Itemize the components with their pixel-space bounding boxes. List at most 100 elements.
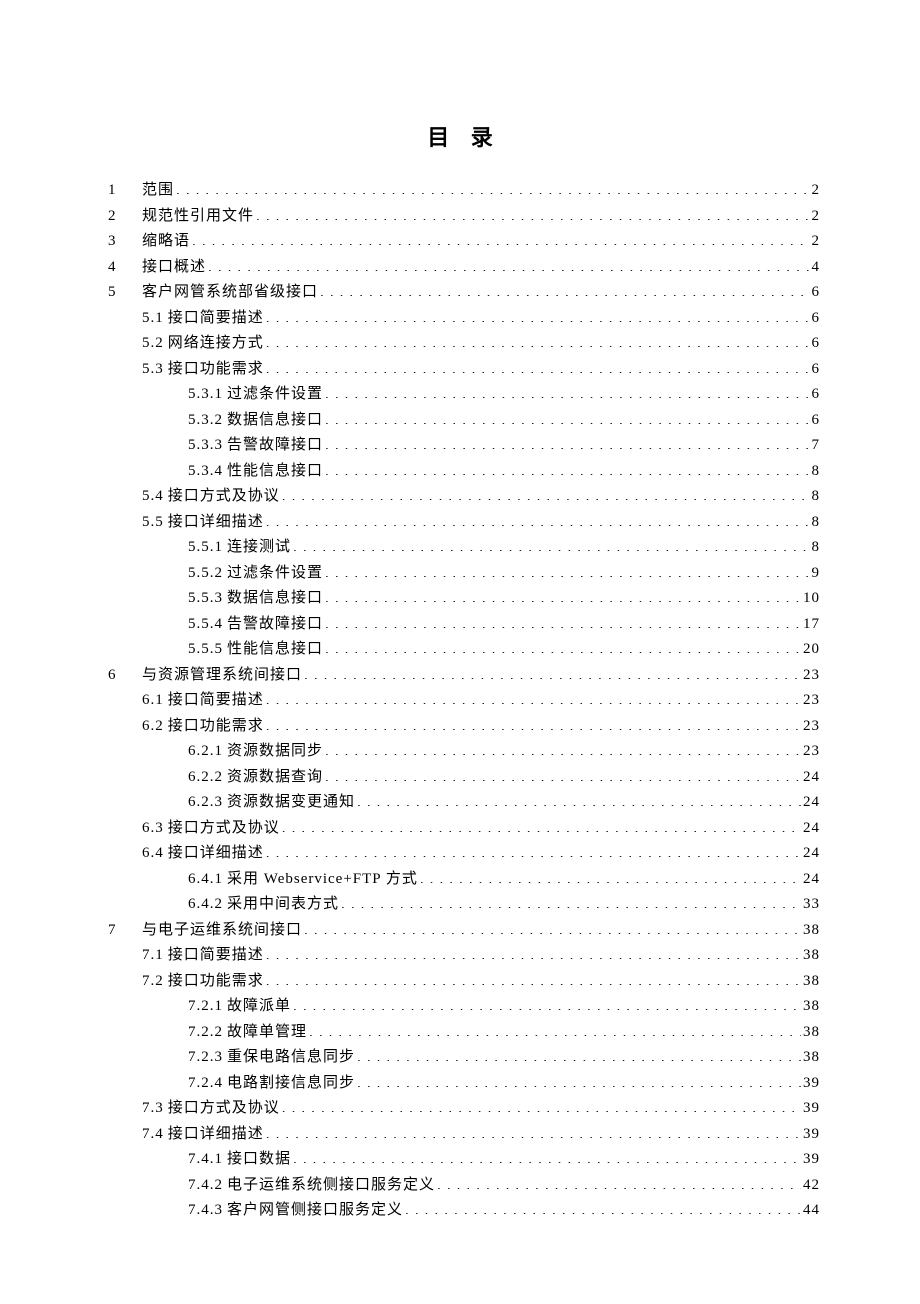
toc-list: 1范围22规范性引用文件23缩略语24接口概述45客户网管系统部省级接口65.1…	[108, 178, 820, 1224]
toc-entry-label: 性能信息接口	[227, 637, 323, 663]
toc-entry-label: 缩略语	[142, 229, 190, 255]
toc-page-number: 39	[801, 1147, 820, 1173]
toc-entry: 7.3接口方式及协议 39	[108, 1096, 820, 1122]
toc-entry-label: 范围	[142, 178, 174, 204]
toc-leader-dots	[403, 1199, 801, 1214]
toc-page-number: 38	[801, 1020, 820, 1046]
toc-entry: 6.2.2资源数据查询24	[108, 765, 820, 791]
toc-page-number: 24	[801, 841, 820, 867]
toc-entry: 6.4.1采用 Webservice+FTP 方式24	[108, 867, 820, 893]
toc-page-number: 4	[810, 255, 821, 281]
toc-entry: 5.3.4性能信息接口8	[108, 459, 820, 485]
toc-leader-dots	[323, 460, 809, 475]
toc-page-number: 38	[801, 943, 820, 969]
toc-entry-label: 数据信息接口	[227, 586, 323, 612]
toc-leader-dots	[206, 256, 809, 271]
toc-section-number: 7.2.4	[188, 1071, 223, 1097]
toc-entry-label: 数据信息接口	[227, 408, 323, 434]
toc-entry: 4接口概述4	[108, 255, 820, 281]
toc-leader-dots	[323, 383, 809, 398]
toc-leader-dots	[264, 1123, 801, 1138]
toc-entry-label: 告警故障接口	[227, 612, 323, 638]
toc-leader-dots	[323, 409, 809, 424]
toc-entry: 3缩略语 2	[108, 229, 820, 255]
toc-entry: 5.3.3告警故障接口7	[108, 433, 820, 459]
toc-leader-dots	[355, 791, 801, 806]
toc-section-number: 5.1	[142, 306, 164, 332]
toc-entry: 7.2.1故障派单38	[108, 994, 820, 1020]
toc-entry-label: 电路割接信息同步	[227, 1071, 355, 1097]
toc-entry-label: 资源数据变更通知	[227, 790, 355, 816]
toc-entry-label: 采用中间表方式	[227, 892, 339, 918]
toc-entry-label: 采用 Webservice+FTP 方式	[227, 867, 418, 893]
toc-entry: 7.4.3客户网管侧接口服务定义44	[108, 1198, 820, 1224]
toc-page-number: 9	[810, 561, 821, 587]
toc-section-number: 7.1	[142, 943, 164, 969]
toc-entry: 7.4接口详细描述 39	[108, 1122, 820, 1148]
toc-leader-dots	[435, 1174, 801, 1189]
toc-page-number: 6	[810, 408, 821, 434]
toc-section-number: 6.2.3	[188, 790, 223, 816]
toc-page-number: 6	[810, 382, 821, 408]
toc-section-number: 7.4	[142, 1122, 164, 1148]
toc-leader-dots	[323, 613, 801, 628]
toc-section-number: 6.4.2	[188, 892, 223, 918]
toc-section-number: 6.2.1	[188, 739, 223, 765]
toc-leader-dots	[264, 842, 801, 857]
toc-entry-label: 资源数据同步	[227, 739, 323, 765]
toc-entry-label: 故障派单	[227, 994, 291, 1020]
toc-page-number: 8	[810, 510, 821, 536]
toc-section-number: 7.4.2	[188, 1173, 223, 1199]
toc-entry-label: 资源数据查询	[227, 765, 323, 791]
toc-entry: 6.2.1资源数据同步23	[108, 739, 820, 765]
toc-leader-dots	[339, 893, 801, 908]
toc-leader-dots	[264, 307, 810, 322]
toc-page-number: 44	[801, 1198, 820, 1224]
toc-leader-dots	[254, 205, 809, 220]
toc-page-number: 33	[801, 892, 820, 918]
toc-chapter-number: 5	[108, 280, 142, 306]
toc-leader-dots	[264, 970, 801, 985]
toc-entry: 6.2.3资源数据变更通知24	[108, 790, 820, 816]
toc-entry-label: 过滤条件设置	[227, 382, 323, 408]
toc-section-number: 5.5.1	[188, 535, 223, 561]
toc-leader-dots	[355, 1072, 801, 1087]
toc-entry: 7.2接口功能需求 38	[108, 969, 820, 995]
toc-page-number: 23	[801, 663, 820, 689]
toc-entry: 5.3.2数据信息接口6	[108, 408, 820, 434]
toc-entry: 5.2网络连接方式 6	[108, 331, 820, 357]
toc-entry: 5.1接口简要描述 6	[108, 306, 820, 332]
toc-entry-label: 连接测试	[227, 535, 291, 561]
toc-entry-label: 接口数据	[227, 1147, 291, 1173]
toc-entry: 5.4接口方式及协议 8	[108, 484, 820, 510]
toc-entry: 5.5.2过滤条件设置9	[108, 561, 820, 587]
toc-chapter-number: 3	[108, 229, 142, 255]
toc-leader-dots	[323, 587, 801, 602]
toc-section-number: 5.5.2	[188, 561, 223, 587]
toc-leader-dots	[291, 536, 809, 551]
toc-page-number: 6	[810, 306, 821, 332]
toc-section-number: 7.4.3	[188, 1198, 223, 1224]
toc-page-number: 7	[810, 433, 821, 459]
toc-entry: 2规范性引用文件2	[108, 204, 820, 230]
toc-entry-label: 客户网管系统部省级接口	[142, 280, 318, 306]
toc-entry: 7.2.3重保电路信息同步38	[108, 1045, 820, 1071]
toc-page-number: 39	[801, 1071, 820, 1097]
toc-page-number: 24	[801, 816, 820, 842]
toc-section-number: 7.2	[142, 969, 164, 995]
toc-entry: 7.2.4电路割接信息同步 39	[108, 1071, 820, 1097]
page-container: 目 录 1范围22规范性引用文件23缩略语24接口概述45客户网管系统部省级接口…	[0, 0, 920, 1304]
toc-entry-label: 接口方式及协议	[168, 484, 280, 510]
toc-entry: 6.3接口方式及协议 24	[108, 816, 820, 842]
toc-entry-label: 接口简要描述	[168, 306, 264, 332]
toc-page-number: 2	[810, 229, 821, 255]
toc-leader-dots	[318, 281, 809, 296]
toc-section-number: 5.5	[142, 510, 164, 536]
toc-leader-dots	[307, 1021, 801, 1036]
toc-entry: 5.5接口详细描述 8	[108, 510, 820, 536]
toc-entry-label: 接口功能需求	[168, 714, 264, 740]
toc-entry: 5客户网管系统部省级接口6	[108, 280, 820, 306]
toc-section-number: 7.2.3	[188, 1045, 223, 1071]
toc-section-number: 5.5.3	[188, 586, 223, 612]
toc-page-number: 24	[801, 867, 820, 893]
